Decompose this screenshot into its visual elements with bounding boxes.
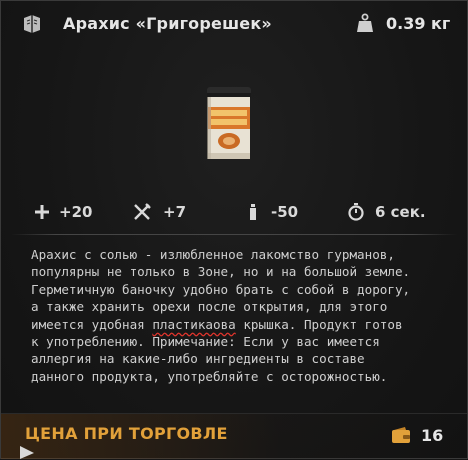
description-line: к употреблению. Примечание: Если у вас и… bbox=[31, 334, 380, 350]
item-weight: 0.39 кг bbox=[386, 14, 451, 33]
peanut-can-image bbox=[207, 87, 251, 159]
item-title: Арахис «Григорешек» bbox=[63, 14, 272, 33]
bottle-icon bbox=[250, 204, 256, 220]
health-stat: +20 bbox=[59, 203, 93, 221]
description-line: крышка. Продукт готов bbox=[235, 316, 403, 332]
misspelled-word: пластикаова bbox=[152, 316, 236, 332]
cursor-icon bbox=[20, 446, 34, 459]
trade-price-value: 16 bbox=[421, 426, 444, 445]
item-description: Арахис с солью - излюбленное лакомство г… bbox=[31, 246, 446, 385]
plus-icon bbox=[35, 205, 49, 219]
stopwatch-icon bbox=[348, 203, 364, 221]
description-line: Герметичную баночку удобно брать с собой… bbox=[31, 281, 411, 297]
tooltip-header: Арахис «Григорешек» 0.39 кг bbox=[1, 1, 467, 51]
wallet-icon bbox=[392, 427, 410, 443]
cutlery-icon bbox=[134, 203, 151, 220]
book-icon bbox=[24, 15, 40, 33]
trade-price-footer: ЦЕНА ПРИ ТОРГОВЛЕ 16 bbox=[1, 413, 467, 459]
description-line: Арахис с солью - излюбленное лакомство г… bbox=[31, 247, 395, 262]
trade-price-label: ЦЕНА ПРИ ТОРГОВЛЕ bbox=[25, 424, 228, 443]
description-line: популярны не только в Зоне, но и на боль… bbox=[31, 264, 411, 280]
description-line: аллергия на какие-либо ингредиенты в сос… bbox=[31, 351, 365, 367]
description-line: а также хранить орехи после открытия, дл… bbox=[31, 299, 388, 315]
stats-row: +20 +7 -50 6 сек. bbox=[1, 197, 467, 227]
use-time-stat: 6 сек. bbox=[375, 203, 426, 221]
satiety-stat: +7 bbox=[163, 203, 187, 221]
item-tooltip-panel: Арахис «Григорешек» 0.39 кг +20 +7 -50 6… bbox=[0, 0, 468, 459]
description-line: данного продукта, употребляйте с осторож… bbox=[31, 368, 388, 384]
description-line: имеется удобная bbox=[31, 316, 153, 332]
divider bbox=[11, 234, 457, 235]
thirst-stat: -50 bbox=[271, 203, 299, 221]
weight-icon bbox=[357, 13, 373, 32]
